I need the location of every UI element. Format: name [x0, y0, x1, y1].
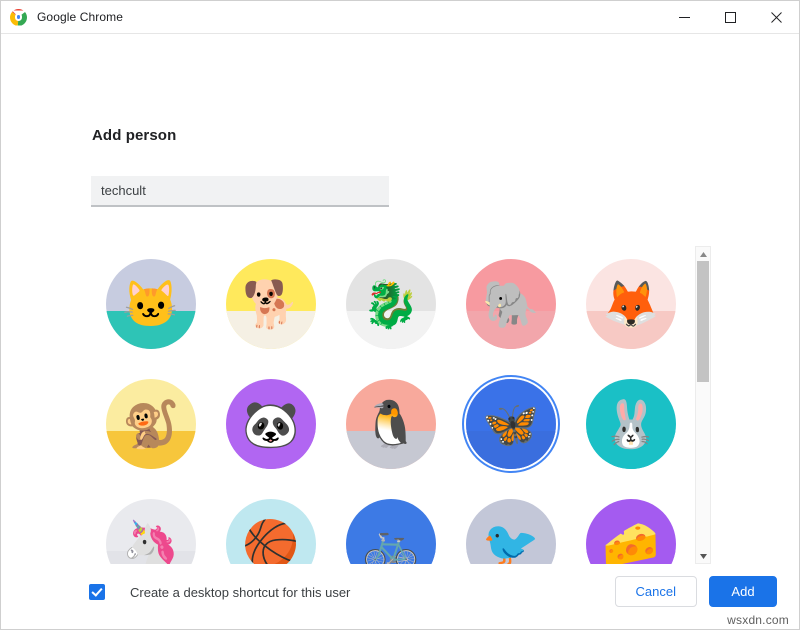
avatar-option-butterfly[interactable]: 🦋 [451, 364, 571, 484]
desktop-shortcut-label: Create a desktop shortcut for this user [130, 584, 351, 600]
avatar-option-dog[interactable]: 🐕 [211, 244, 331, 364]
origami-rabbit-icon: 🐰 [602, 398, 660, 450]
avatar-image-dragon: 🐉 [346, 259, 436, 349]
scrollbar-track[interactable] [696, 261, 710, 549]
avatar-image-bird: 🐦 [466, 499, 556, 564]
avatar-option-panda[interactable]: 🐼 [211, 364, 331, 484]
avatar-option-monkey[interactable]: 🐒 [91, 364, 211, 484]
avatar-option-basketball[interactable]: 🏀 [211, 484, 331, 564]
avatar-image-monkey: 🐒 [106, 379, 196, 469]
origami-dog-icon: 🐕 [242, 278, 300, 330]
avatar-image-unicorn: 🦄 [106, 499, 196, 564]
avatar-image-fox: 🦊 [586, 259, 676, 349]
window-title: Google Chrome [37, 10, 124, 24]
basketball-icon: 🏀 [242, 518, 300, 564]
red-bird-icon: 🐦 [482, 518, 540, 564]
origami-butterfly-icon: 🦋 [482, 398, 540, 450]
dialog-actions: Cancel Add [614, 576, 777, 607]
avatar-option-cat[interactable]: 🐱 [91, 244, 211, 364]
avatar-grid-scrollbar[interactable] [695, 246, 711, 564]
origami-monkey-icon: 🐒 [122, 398, 180, 450]
cancel-button[interactable]: Cancel [614, 576, 697, 607]
cheese-icon: 🧀 [602, 518, 660, 564]
origami-elephant-icon: 🐘 [482, 278, 540, 330]
avatar-grid-viewport: 🐱 🐕 🐉 🐘 🦊 🐒 🐼 🐧 🦋 🐰 🦄 🏀 🚲 🐦 🧀 [91, 244, 691, 564]
avatar-option-unicorn[interactable]: 🦄 [91, 484, 211, 564]
avatar-image-penguin: 🐧 [346, 379, 436, 469]
origami-panda-icon: 🐼 [242, 398, 300, 450]
avatar-image-elephant: 🐘 [466, 259, 556, 349]
minimize-button[interactable] [661, 1, 707, 34]
avatar-option-penguin[interactable]: 🐧 [331, 364, 451, 484]
person-name-input[interactable] [91, 176, 389, 207]
avatar-option-bicycle[interactable]: 🚲 [331, 484, 451, 564]
chrome-add-person-window: Google Chrome Add person 🐱 🐕 🐉 🐘 🦊 🐒 🐼 🐧 🦋 🐰 🦄 🏀 🚲 🐦 🧀 [0, 0, 800, 630]
avatar-option-cheese[interactable]: 🧀 [571, 484, 691, 564]
origami-penguin-icon: 🐧 [362, 398, 420, 450]
dialog-body: Add person 🐱 🐕 🐉 🐘 🦊 🐒 🐼 🐧 🦋 🐰 🦄 🏀 🚲 🐦 🧀 Create a desk… [1, 34, 799, 629]
avatar-image-panda: 🐼 [226, 379, 316, 469]
desktop-shortcut-checkbox-row[interactable]: Create a desktop shortcut for this user [89, 584, 350, 600]
avatar-option-dragon[interactable]: 🐉 [331, 244, 451, 364]
avatar-image-butterfly: 🦋 [466, 379, 556, 469]
avatar-image-rabbit: 🐰 [586, 379, 676, 469]
scrollbar-thumb[interactable] [697, 261, 709, 382]
page-title: Add person [92, 127, 177, 144]
chrome-logo-icon [10, 8, 27, 26]
bicycle-icon: 🚲 [362, 518, 420, 564]
window-controls [661, 1, 799, 34]
origami-dragon-icon: 🐉 [362, 278, 420, 330]
add-button[interactable]: Add [709, 576, 777, 607]
maximize-button[interactable] [707, 1, 753, 34]
scroll-down-arrow-icon[interactable] [696, 549, 710, 563]
watermark: wsxdn.com [727, 613, 789, 627]
avatar-grid: 🐱 🐕 🐉 🐘 🦊 🐒 🐼 🐧 🦋 🐰 🦄 🏀 🚲 🐦 🧀 [91, 244, 691, 564]
scroll-up-arrow-icon[interactable] [696, 247, 710, 261]
title-bar: Google Chrome [1, 1, 799, 34]
desktop-shortcut-checkbox[interactable] [89, 584, 105, 600]
avatar-image-cat: 🐱 [106, 259, 196, 349]
avatar-image-basketball: 🏀 [226, 499, 316, 564]
close-button[interactable] [753, 1, 799, 34]
unicorn-rainbow-icon: 🦄 [122, 518, 180, 564]
avatar-image-bicycle: 🚲 [346, 499, 436, 564]
avatar-image-cheese: 🧀 [586, 499, 676, 564]
avatar-image-dog: 🐕 [226, 259, 316, 349]
avatar-option-rabbit[interactable]: 🐰 [571, 364, 691, 484]
origami-fox-icon: 🦊 [602, 278, 660, 330]
avatar-option-bird[interactable]: 🐦 [451, 484, 571, 564]
avatar-option-elephant[interactable]: 🐘 [451, 244, 571, 364]
origami-cat-icon: 🐱 [122, 278, 180, 330]
avatar-option-fox[interactable]: 🦊 [571, 244, 691, 364]
